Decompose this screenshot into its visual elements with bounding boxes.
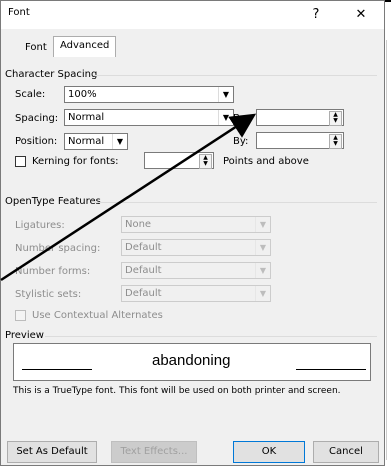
preview-separator bbox=[45, 336, 377, 337]
position-label: Position: bbox=[15, 136, 58, 147]
ligatures-value: None bbox=[125, 219, 152, 230]
dialog-titlebar: Font ? ✕ bbox=[1, 1, 384, 29]
kerning-suffix: Points and above bbox=[223, 156, 309, 167]
stylistic-sets-combo[interactable]: Default ▼ bbox=[121, 285, 271, 302]
character-spacing-group-label: Character Spacing bbox=[5, 69, 98, 80]
spacing-by-spinner[interactable]: ▲ ▼ bbox=[256, 109, 344, 126]
preview-box: abandoning bbox=[13, 343, 371, 381]
chevron-down-icon: ▼ bbox=[255, 263, 270, 278]
ligatures-combo[interactable]: None ▼ bbox=[121, 216, 271, 233]
set-as-default-button[interactable]: Set As Default bbox=[7, 441, 97, 463]
chevron-down-icon: ▼ bbox=[218, 110, 233, 125]
position-by-spinner[interactable]: ▲ ▼ bbox=[256, 132, 344, 149]
spinner-arrows-icon[interactable]: ▲ ▼ bbox=[329, 134, 342, 149]
help-button[interactable]: ? bbox=[301, 3, 331, 27]
dialog-title: Font bbox=[8, 7, 30, 18]
contextual-alternates-checkbox[interactable] bbox=[15, 310, 26, 321]
font-dialog: Font ? ✕ Font Advanced Character Spacing… bbox=[0, 0, 385, 466]
opentype-group-label: OpenType Features bbox=[5, 196, 101, 207]
scale-value: 100% bbox=[68, 89, 97, 100]
position-combo[interactable]: Normal ▼ bbox=[64, 133, 128, 150]
preview-left-rule bbox=[22, 369, 92, 370]
spacing-label: Spacing: bbox=[15, 113, 59, 124]
scale-label: Scale: bbox=[15, 89, 46, 100]
spacing-by-label: By: bbox=[233, 113, 249, 124]
ligatures-label: Ligatures: bbox=[15, 220, 65, 231]
spinner-arrows-icon[interactable]: ▲ ▼ bbox=[199, 154, 212, 169]
chevron-down-icon: ▼ bbox=[218, 87, 233, 102]
document-margin-line bbox=[386, 40, 387, 460]
stylistic-sets-label: Stylistic sets: bbox=[15, 289, 82, 300]
tab-strip: Font Advanced bbox=[1, 29, 384, 57]
chevron-down-icon: ▼ bbox=[255, 286, 270, 301]
chevron-down-icon: ▼ bbox=[112, 134, 127, 149]
stylistic-sets-value: Default bbox=[125, 288, 162, 299]
contextual-alternates-label: Use Contextual Alternates bbox=[32, 310, 163, 321]
opentype-separator bbox=[94, 202, 377, 203]
number-forms-combo[interactable]: Default ▼ bbox=[121, 262, 271, 279]
ok-button[interactable]: OK bbox=[233, 441, 305, 463]
tab-font[interactable]: Font bbox=[19, 39, 53, 57]
number-forms-value: Default bbox=[125, 265, 162, 276]
close-button[interactable]: ✕ bbox=[346, 3, 376, 27]
chevron-down-icon: ▼ bbox=[255, 217, 270, 232]
text-effects-button[interactable]: Text Effects... bbox=[111, 441, 197, 463]
position-by-label: By: bbox=[233, 136, 249, 147]
number-forms-label: Number forms: bbox=[15, 266, 91, 277]
preview-note: This is a TrueType font. This font will … bbox=[13, 386, 341, 396]
kerning-label: Kerning for fonts: bbox=[32, 156, 119, 167]
scale-combo[interactable]: 100% ▼ bbox=[64, 86, 234, 103]
chevron-down-icon: ▼ bbox=[255, 240, 270, 255]
preview-sample-text: abandoning bbox=[152, 352, 231, 369]
number-spacing-label: Number spacing: bbox=[15, 243, 101, 254]
spinner-arrows-icon[interactable]: ▲ ▼ bbox=[329, 111, 342, 126]
position-value: Normal bbox=[68, 136, 105, 147]
preview-right-rule bbox=[296, 369, 366, 370]
number-spacing-combo[interactable]: Default ▼ bbox=[121, 239, 271, 256]
kerning-checkbox[interactable] bbox=[15, 156, 26, 167]
number-spacing-value: Default bbox=[125, 242, 162, 253]
preview-group-label: Preview bbox=[5, 330, 44, 341]
spacing-combo[interactable]: Normal ▼ bbox=[64, 109, 234, 126]
spacing-value: Normal bbox=[68, 112, 105, 123]
kerning-spinner[interactable]: ▲ ▼ bbox=[144, 152, 214, 169]
cancel-button[interactable]: Cancel bbox=[313, 441, 379, 463]
tab-advanced[interactable]: Advanced bbox=[53, 36, 117, 57]
character-spacing-separator bbox=[93, 75, 377, 76]
